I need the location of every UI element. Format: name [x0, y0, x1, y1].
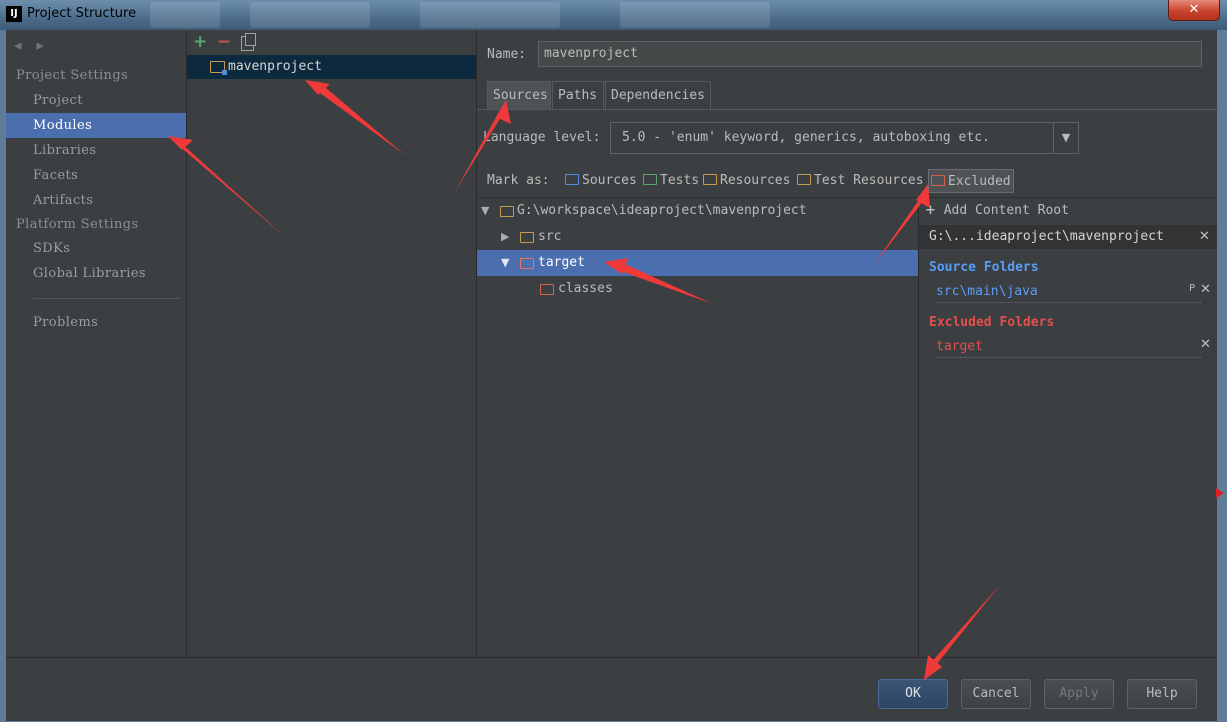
content-roots-panel: + Add Content Root G:\...ideaproject\mav… — [919, 198, 1217, 657]
background-blur — [620, 2, 770, 28]
name-label: Name: — [487, 47, 527, 62]
nav-item-global-libraries[interactable]: Global Libraries — [6, 261, 186, 286]
cancel-button[interactable]: Cancel — [961, 679, 1031, 709]
add-module-icon[interactable]: + — [193, 32, 207, 52]
project-settings-header: Project Settings — [16, 68, 129, 83]
excluded-folder-entry[interactable]: target — [936, 339, 1201, 358]
nav-item-problems[interactable]: Problems — [6, 310, 186, 335]
module-folder-icon — [210, 61, 227, 75]
tab-divider — [477, 109, 1217, 110]
left-navigation: ◂ ▸ Project Settings Project Modules Lib… — [6, 30, 187, 657]
mark-as-excluded-label: Excluded — [948, 174, 1011, 189]
tree-row-root[interactable]: ▼ G:\workspace\ideaproject\mavenproject — [477, 198, 918, 224]
module-name: mavenproject — [228, 59, 322, 74]
nav-arrows: ◂ ▸ — [14, 36, 54, 54]
nav-item-libraries[interactable]: Libraries — [6, 138, 186, 163]
dropdown-arrow-icon[interactable]: ▼ — [1053, 123, 1078, 153]
mark-as-label: Mark as: — [487, 173, 550, 188]
module-name-field[interactable]: mavenproject — [538, 41, 1202, 67]
module-list-panel: + − mavenproject — [187, 30, 477, 657]
title-bar[interactable]: IJ Project Structure ✕ — [0, 0, 1227, 30]
nav-item-modules[interactable]: Modules — [6, 113, 186, 138]
excluded-folder-icon — [540, 284, 554, 295]
source-folder-entry[interactable]: src\main\java — [936, 284, 1201, 303]
mark-as-test-resources-label: Test Resources — [814, 173, 924, 188]
mark-as-excluded-button[interactable]: Excluded — [928, 169, 1014, 193]
expanded-arrow-icon[interactable]: ▼ — [501, 250, 509, 276]
folder-tree: ▼ G:\workspace\ideaproject\mavenproject … — [477, 198, 919, 657]
mark-as-tests-button[interactable]: Tests — [643, 169, 699, 193]
nav-item-project[interactable]: Project — [6, 88, 186, 113]
excluded-folder-path: target — [936, 339, 983, 354]
tab-paths[interactable]: Paths — [552, 81, 604, 109]
ok-button[interactable]: OK — [878, 679, 948, 709]
tree-row-classes[interactable]: classes — [477, 276, 918, 302]
language-level-dropdown[interactable]: 5.0 - 'enum' keyword, generics, autoboxi… — [610, 122, 1079, 154]
mark-as-test-resources-button[interactable]: Test Resources — [797, 169, 924, 193]
remove-content-root-icon[interactable]: ✕ — [1199, 229, 1210, 244]
tree-root-label: G:\workspace\ideaproject\mavenproject — [517, 203, 807, 218]
tree-classes-label: classes — [558, 281, 613, 296]
excluded-folder-icon — [931, 175, 945, 186]
background-blur — [150, 2, 220, 28]
close-window-button[interactable]: ✕ — [1168, 0, 1220, 21]
excluded-folder-icon — [520, 258, 534, 269]
remove-excluded-folder-icon[interactable]: ✕ — [1200, 337, 1211, 352]
platform-settings-header: Platform Settings — [16, 217, 139, 232]
folder-icon — [520, 232, 534, 243]
remove-source-folder-icon[interactable]: ✕ — [1200, 282, 1211, 297]
excluded-folders-title: Excluded Folders — [929, 315, 1055, 330]
mark-as-tests-label: Tests — [660, 173, 700, 188]
nav-item-artifacts[interactable]: Artifacts — [6, 188, 186, 213]
add-content-root-label: Add Content Root — [943, 203, 1069, 218]
window-title: Project Structure — [27, 6, 137, 21]
module-settings-panel: Name: mavenproject Sources Paths Depende… — [477, 30, 1217, 657]
tab-dependencies[interactable]: Dependencies — [605, 81, 711, 109]
language-level-label: Language level: — [483, 130, 601, 145]
nav-item-facets[interactable]: Facets — [6, 163, 186, 188]
tree-row-target[interactable]: ▼ target — [477, 250, 918, 276]
add-content-root-button[interactable]: + Add Content Root — [925, 203, 1069, 218]
mark-as-sources-button[interactable]: Sources — [565, 169, 637, 193]
resources-folder-icon — [703, 174, 717, 185]
folder-icon — [500, 206, 514, 217]
test-resources-folder-icon — [797, 174, 811, 185]
mark-as-sources-label: Sources — [582, 173, 637, 188]
edge-marker-icon — [1216, 488, 1224, 498]
copy-module-icon[interactable] — [241, 33, 256, 51]
plus-icon: + — [925, 203, 936, 218]
source-folders-title: Source Folders — [929, 260, 1039, 275]
package-prefix-icon[interactable]: P — [1189, 283, 1195, 294]
remove-module-icon[interactable]: − — [217, 32, 231, 52]
intellij-app-icon: IJ — [6, 6, 22, 22]
project-structure-window: IJ Project Structure ✕ ◂ ▸ Project Setti… — [0, 0, 1227, 722]
source-folder-path: src\main\java — [936, 284, 1038, 299]
collapsed-arrow-icon[interactable]: ▶ — [501, 224, 509, 250]
module-row[interactable]: mavenproject — [187, 55, 476, 79]
tests-folder-icon — [643, 174, 657, 185]
language-level-value: 5.0 - 'enum' keyword, generics, autoboxi… — [622, 130, 990, 145]
tree-src-label: src — [538, 229, 562, 244]
tab-sources[interactable]: Sources — [487, 81, 551, 109]
mark-as-resources-label: Resources — [720, 173, 791, 188]
forward-arrow-icon[interactable]: ▸ — [36, 36, 44, 54]
content-root-path: G:\...ideaproject\mavenproject — [929, 229, 1164, 244]
background-blur — [420, 2, 560, 28]
expanded-arrow-icon[interactable]: ▼ — [481, 198, 489, 224]
nav-item-sdks[interactable]: SDKs — [6, 236, 186, 261]
content-root-header: G:\...ideaproject\mavenproject ✕ — [919, 225, 1217, 249]
nav-divider — [33, 298, 181, 299]
sources-folder-icon — [565, 174, 579, 185]
mark-as-resources-button[interactable]: Resources — [703, 169, 790, 193]
help-button[interactable]: Help — [1127, 679, 1197, 709]
dialog-button-bar: OK Cancel Apply Help — [6, 657, 1217, 721]
background-blur — [250, 2, 370, 28]
tree-target-label: target — [538, 255, 585, 270]
tree-row-src[interactable]: ▶ src — [477, 224, 918, 250]
apply-button[interactable]: Apply — [1044, 679, 1114, 709]
back-arrow-icon[interactable]: ◂ — [14, 36, 22, 54]
